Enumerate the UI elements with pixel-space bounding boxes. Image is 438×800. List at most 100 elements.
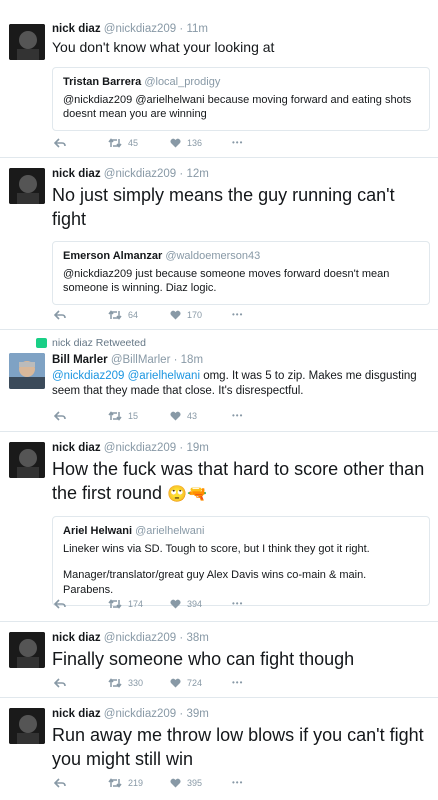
screen-name[interactable]: @BillMarler [111,354,171,366]
timestamp[interactable]: 38m [186,632,208,644]
retweet-count: 219 [128,778,144,788]
heart-icon [170,310,181,320]
retweet-count: 45 [128,138,139,148]
like-count: 395 [187,778,203,788]
quoted-tweet[interactable]: Emerson Almanzar @waldoemerson43 @nickdi… [52,241,430,305]
heart-icon [170,411,181,421]
more-button[interactable]: ••• [232,678,243,687]
avatar[interactable] [9,24,45,60]
quoted-tweet[interactable]: Tristan Barrera @local_prodigy @nickdiaz… [52,67,430,131]
display-name[interactable]: Bill Marler [52,354,108,366]
like-button[interactable]: 724 [170,678,202,688]
retweet-count: 174 [128,599,144,609]
more-icon: ••• [232,411,244,420]
retweet-icon [108,310,122,320]
timestamp[interactable]: 19m [186,442,208,454]
display-name[interactable]: nick diaz [52,23,101,35]
like-button[interactable]: 395 [170,778,202,788]
tweet-text: How the fuck was that hard to score othe… [52,459,425,503]
more-icon: ••• [232,778,244,787]
reply-button[interactable] [54,138,66,148]
more-button[interactable]: ••• [232,138,243,147]
heart-icon [170,138,181,148]
reply-icon [54,778,66,788]
display-name[interactable]: nick diaz [52,442,101,454]
quoted-handle: @waldoemerson43 [165,250,261,262]
reply-icon [54,678,66,688]
mention-link[interactable]: @nickdiaz209 @arielhelwani [52,370,200,382]
retweet-button[interactable]: 45 [108,138,138,148]
like-button[interactable]: 170 [170,310,202,320]
retweeted-by[interactable]: nick diaz Retweeted [52,337,146,349]
tweet[interactable]: nick diaz @nickdiaz209 · 19m How the fuc… [0,432,438,622]
tweet[interactable]: nick diaz @nickdiaz209 · 12m No just sim… [0,158,438,330]
like-count: 724 [187,678,203,688]
screen-name[interactable]: @nickdiaz209 [104,632,176,644]
avatar[interactable] [9,168,45,204]
heart-icon [170,778,181,788]
retweet-count: 64 [128,310,139,320]
screen-name[interactable]: @nickdiaz209 [104,23,176,35]
quoted-name: Tristan Barrera [63,76,142,88]
more-button[interactable]: ••• [232,411,243,420]
retweet-button[interactable]: 330 [108,678,143,688]
retweet-icon [108,138,122,148]
more-icon: ••• [232,678,244,687]
reply-button[interactable] [54,778,66,788]
tweet-text: Finally someone who can fight though [52,649,355,669]
reply-icon [54,138,66,148]
retweet-button[interactable]: 15 [108,411,138,421]
quoted-tweet[interactable]: Ariel Helwani @arielhelwani Lineker wins… [52,516,430,606]
timestamp[interactable]: 12m [186,168,208,180]
like-button[interactable]: 136 [170,138,202,148]
screen-name[interactable]: @nickdiaz209 [104,708,176,720]
display-name[interactable]: nick diaz [52,632,101,644]
retweet-button[interactable]: 219 [108,778,143,788]
tweet-header: nick diaz @nickdiaz209 · 12m [52,168,209,180]
like-count: 170 [187,310,203,320]
reply-button[interactable] [54,310,66,320]
like-button[interactable]: 43 [170,411,197,421]
display-name[interactable]: nick diaz [52,708,101,720]
quoted-handle: @arielhelwani [135,525,205,537]
retweet-icon [108,411,122,421]
more-button[interactable]: ••• [232,599,243,608]
display-name[interactable]: nick diaz [52,168,101,180]
retweet-button[interactable]: 174 [108,599,143,609]
tweet-header: nick diaz @nickdiaz209 · 19m [52,442,209,454]
avatar[interactable] [9,632,45,668]
more-button[interactable]: ••• [232,778,243,787]
retweeted-icon [36,338,47,348]
avatar[interactable] [9,353,45,389]
tweet-text: No just simply means the guy running can… [52,185,395,229]
emoji: 🙄🔫 [167,486,207,503]
like-button[interactable]: 394 [170,599,202,609]
tweet[interactable]: nick diaz @nickdiaz209 · 38m Finally som… [0,622,438,698]
reply-button[interactable] [54,411,66,421]
tweet[interactable]: nick diaz Retweeted Bill Marler @BillMar… [0,330,438,432]
quoted-text: Lineker wins via SD. Tough to score, but… [63,542,370,555]
quoted-name: Emerson Almanzar [63,250,163,262]
timestamp[interactable]: 39m [186,708,208,720]
reply-button[interactable] [54,599,66,609]
more-button[interactable]: ••• [232,310,243,319]
retweet-button[interactable]: 64 [108,310,138,320]
reply-button[interactable] [54,678,66,688]
more-icon: ••• [232,310,244,319]
retweet-icon [108,678,122,688]
like-count: 43 [187,411,198,421]
like-count: 136 [187,138,203,148]
screen-name[interactable]: @nickdiaz209 [104,168,176,180]
tweet[interactable]: nick diaz @nickdiaz209 · 39m Run away me… [0,698,438,800]
quoted-name: Ariel Helwani [63,525,133,537]
avatar[interactable] [9,708,45,744]
tweet[interactable]: nick diaz @nickdiaz209 · 11m You don't k… [0,0,438,158]
tweet-text: You don't know what your looking at [52,39,275,55]
like-count: 394 [187,599,203,609]
timestamp[interactable]: 18m [181,354,203,366]
avatar[interactable] [9,442,45,478]
more-icon: ••• [232,599,244,608]
tweet-header: nick diaz @nickdiaz209 · 39m [52,708,209,720]
screen-name[interactable]: @nickdiaz209 [104,442,176,454]
timestamp[interactable]: 11m [186,23,208,35]
